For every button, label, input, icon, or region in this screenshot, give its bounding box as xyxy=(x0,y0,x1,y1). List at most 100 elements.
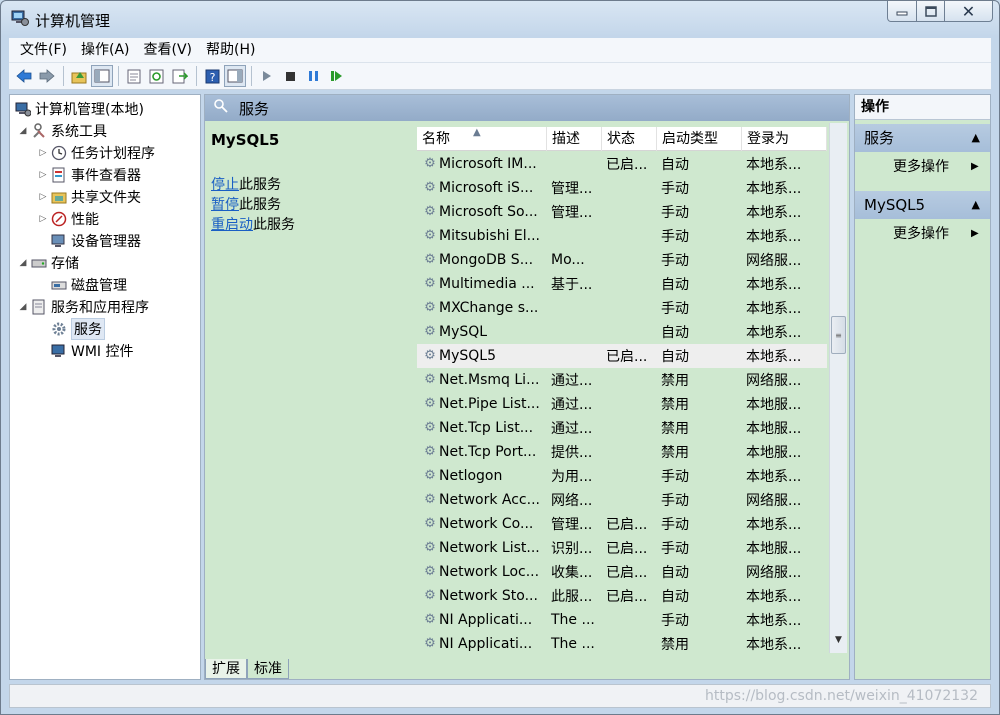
table-row[interactable]: ⚙ MXChange s... 手动 本地系... xyxy=(417,296,827,320)
expand-arrow-icon[interactable]: ▷ xyxy=(36,170,50,180)
collapse-arrow-icon[interactable]: ◢ xyxy=(16,302,30,312)
restart-service-button[interactable] xyxy=(325,65,347,87)
tree-item-event-viewer[interactable]: ▷ 事件查看器 xyxy=(36,164,141,186)
performance-icon xyxy=(50,211,67,227)
table-row[interactable]: ⚙ MySQL5 已启... 自动 本地系... xyxy=(417,344,827,368)
service-startup-type: 手动 xyxy=(661,205,689,221)
show-tree-icon xyxy=(94,69,110,83)
table-row[interactable]: ⚙ Net.Tcp List... 通过... 禁用 本地服... xyxy=(417,416,827,440)
menu-file[interactable]: 文件(F) xyxy=(13,39,74,61)
collapse-up-icon[interactable]: ▲ xyxy=(972,124,980,152)
column-name[interactable]: ▲ 名称 xyxy=(417,127,547,151)
table-row[interactable]: ⚙ NI Applicati... The ... 手动 本地系... xyxy=(417,608,827,632)
stop-service-link[interactable]: 停止 xyxy=(211,177,239,193)
service-name: ⚙ MongoDB S... xyxy=(417,252,547,268)
service-log-on-as: 本地系... xyxy=(746,589,802,605)
table-row[interactable]: ⚙ Network Sto... 此服... 已启... 自动 本地系... xyxy=(417,584,827,608)
collapse-up-icon[interactable]: ▲ xyxy=(972,191,980,219)
gear-icon: ⚙ xyxy=(424,300,436,315)
maximize-button[interactable] xyxy=(917,1,945,22)
service-startup-type: 手动 xyxy=(661,517,689,533)
table-row[interactable]: ⚙ Net.Tcp Port... 提供... 禁用 本地服... xyxy=(417,440,827,464)
scroll-thumb[interactable]: ≡ xyxy=(831,316,846,354)
table-row[interactable]: ⚙ Net.Pipe List... 通过... 禁用 本地服... xyxy=(417,392,827,416)
table-row[interactable]: ⚙ MySQL 自动 本地系... xyxy=(417,320,827,344)
table-row[interactable]: ⚙ Mitsubishi El... 手动 本地系... xyxy=(417,224,827,248)
action-pane-button[interactable] xyxy=(224,65,246,87)
toolbar: ? xyxy=(9,63,991,90)
actions-section-mysql5[interactable]: MySQL5 ▲ xyxy=(855,191,990,219)
export-button[interactable] xyxy=(169,65,191,87)
svg-text:?: ? xyxy=(209,71,215,84)
service-description: The ... xyxy=(551,636,595,652)
forward-icon xyxy=(39,69,55,83)
pause-service-button[interactable] xyxy=(302,65,324,87)
column-log-on-as[interactable]: 登录为 xyxy=(742,127,827,151)
table-row[interactable]: ⚙ Network Acc... 网络... 手动 网络服... xyxy=(417,488,827,512)
tree-item-root[interactable]: 计算机管理(本地) xyxy=(14,98,144,120)
expand-arrow-icon[interactable]: ▷ xyxy=(36,148,50,158)
stop-service-button[interactable] xyxy=(279,65,301,87)
forward-button[interactable] xyxy=(36,65,58,87)
pause-service-link[interactable]: 暂停 xyxy=(211,197,239,213)
table-row[interactable]: ⚙ Microsoft iS... 管理... 手动 本地系... xyxy=(417,176,827,200)
column-startup-type[interactable]: 启动类型 xyxy=(657,127,742,151)
menu-view[interactable]: 查看(V) xyxy=(137,39,200,61)
collapse-arrow-icon[interactable]: ◢ xyxy=(16,126,30,136)
more-actions-mysql5[interactable]: 更多操作 xyxy=(893,224,949,244)
menu-help[interactable]: 帮助(H) xyxy=(199,39,262,61)
computer-management-icon xyxy=(11,10,29,26)
table-row[interactable]: ⚙ Network List... 识别... 已启... 手动 本地服... xyxy=(417,536,827,560)
help-button[interactable]: ? xyxy=(201,65,223,87)
table-row[interactable]: ⚙ Microsoft So... 管理... 手动 本地系... xyxy=(417,200,827,224)
tree-item-shared-folders[interactable]: ▷ 共享文件夹 xyxy=(36,186,141,208)
gear-icon: ⚙ xyxy=(424,468,436,483)
table-row[interactable]: ⚙ Network Loc... 收集... 已启... 自动 网络服... xyxy=(417,560,827,584)
tree-item-services[interactable]: 服务 xyxy=(50,318,105,340)
column-status[interactable]: 状态 xyxy=(602,127,657,151)
show-tree-button[interactable] xyxy=(91,65,113,87)
properties-button[interactable] xyxy=(123,65,145,87)
column-description[interactable]: 描述 xyxy=(547,127,602,151)
gear-icon: ⚙ xyxy=(424,564,436,579)
table-row[interactable]: ⚙ Netlogon 为用... 手动 本地系... xyxy=(417,464,827,488)
up-folder-button[interactable] xyxy=(68,65,90,87)
refresh-button[interactable] xyxy=(146,65,168,87)
tree-item-wmi[interactable]: WMI 控件 xyxy=(50,340,134,362)
tree-item-storage[interactable]: ◢ 存储 xyxy=(16,252,79,274)
scroll-down-icon[interactable]: ▼ xyxy=(830,635,847,651)
help-icon: ? xyxy=(205,69,219,84)
table-row[interactable]: ⚙ Network Co... 管理... 已启... 手动 本地系... xyxy=(417,512,827,536)
expand-arrow-icon[interactable]: ▷ xyxy=(36,192,50,202)
tab-extended[interactable]: 扩展 xyxy=(205,659,247,679)
service-startup-type: 自动 xyxy=(661,325,689,341)
start-service-button[interactable] xyxy=(256,65,278,87)
tree-item-disk-management[interactable]: 磁盘管理 xyxy=(50,274,127,296)
vertical-scrollbar[interactable]: ≡ ▼ xyxy=(829,123,847,653)
restart-service-link[interactable]: 重启动 xyxy=(211,217,253,233)
service-name: ⚙ Microsoft So... xyxy=(417,204,547,220)
service-status: 已启... xyxy=(606,589,648,605)
expand-arrow-icon[interactable]: ▷ xyxy=(36,214,50,224)
back-button[interactable] xyxy=(13,65,35,87)
actions-section-services[interactable]: 服务 ▲ xyxy=(855,124,990,152)
tree-item-device-manager[interactable]: 设备管理器 xyxy=(50,230,141,252)
more-actions-services[interactable]: 更多操作 xyxy=(893,157,949,177)
minimize-button[interactable] xyxy=(887,1,917,22)
service-log-on-as: 本地系... xyxy=(746,277,802,293)
close-button[interactable]: ✕ xyxy=(945,1,993,22)
tab-standard[interactable]: 标准 xyxy=(247,659,289,679)
table-row[interactable]: ⚙ Microsoft IM... 已启... 自动 本地系... xyxy=(417,152,827,176)
services-header: 服务 xyxy=(205,95,849,121)
table-row[interactable]: ⚙ MongoDB S... Mo... 手动 网络服... xyxy=(417,248,827,272)
collapse-arrow-icon[interactable]: ◢ xyxy=(16,258,30,268)
tree-item-services-apps[interactable]: ◢ 服务和应用程序 xyxy=(16,296,149,318)
menu-action[interactable]: 操作(A) xyxy=(74,39,137,61)
table-row[interactable]: ⚙ Multimedia ... 基于... 自动 本地系... xyxy=(417,272,827,296)
table-row[interactable]: ⚙ NI Applicati... The ... 禁用 本地系... xyxy=(417,632,827,653)
tree-item-system-tools[interactable]: ◢ 系统工具 xyxy=(16,120,107,142)
table-row[interactable]: ⚙ Net.Msmq Li... 通过... 禁用 网络服... xyxy=(417,368,827,392)
tree-item-performance[interactable]: ▷ 性能 xyxy=(36,208,99,230)
tree-item-task-scheduler[interactable]: ▷ 任务计划程序 xyxy=(36,142,155,164)
service-description: 通过... xyxy=(551,397,593,413)
